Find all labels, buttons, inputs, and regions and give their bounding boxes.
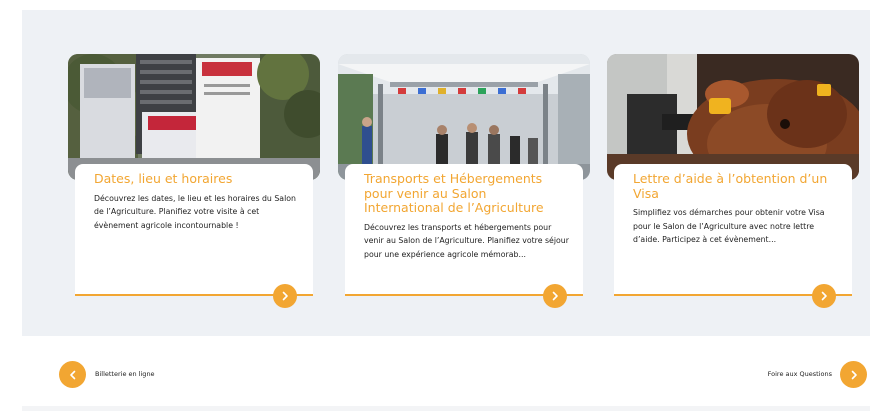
prev-page-button[interactable] bbox=[59, 361, 86, 388]
card-description: Simplifiez vos démarches pour obtenir vo… bbox=[633, 208, 825, 244]
prev-page-label[interactable]: Billetterie en ligne bbox=[95, 370, 155, 378]
card-title[interactable]: Transports et Hébergements pour venir au… bbox=[364, 171, 569, 216]
card-image-building bbox=[68, 54, 320, 180]
card-title[interactable]: Dates, lieu et horaires bbox=[94, 171, 299, 187]
chevron-right-icon bbox=[851, 370, 857, 379]
section-bottom-divider bbox=[22, 406, 870, 411]
card-body: Lettre d’aide à l’obtention d’un Visa Si… bbox=[614, 164, 852, 294]
next-page-button[interactable] bbox=[840, 361, 867, 388]
card-image-walkway bbox=[338, 54, 590, 180]
chevron-left-icon bbox=[69, 370, 75, 379]
card-description: Découvrez les transports et hébergements… bbox=[364, 222, 569, 259]
chevron-right-icon bbox=[821, 291, 827, 301]
card-visa[interactable]: Lettre d’aide à l’obtention d’un Visa Si… bbox=[607, 54, 859, 308]
next-page-label[interactable]: Foire aux Questions bbox=[768, 370, 832, 378]
card-title[interactable]: Lettre d’aide à l’obtention d’un Visa bbox=[633, 171, 838, 201]
card-more-button[interactable] bbox=[812, 284, 836, 308]
card-body: Dates, lieu et horaires Découvrez les da… bbox=[75, 164, 313, 294]
card-more-button[interactable] bbox=[543, 284, 567, 308]
chevron-right-icon bbox=[552, 291, 558, 301]
card-image-cow bbox=[607, 54, 859, 180]
card-transports[interactable]: Transports et Hébergements pour venir au… bbox=[338, 54, 590, 308]
card-body: Transports et Hébergements pour venir au… bbox=[345, 164, 583, 294]
card-more-button[interactable] bbox=[273, 284, 297, 308]
card-description: Découvrez les dates, le lieu et les hora… bbox=[94, 193, 296, 230]
chevron-right-icon bbox=[282, 291, 288, 301]
card-dates[interactable]: Dates, lieu et horaires Découvrez les da… bbox=[68, 54, 320, 308]
